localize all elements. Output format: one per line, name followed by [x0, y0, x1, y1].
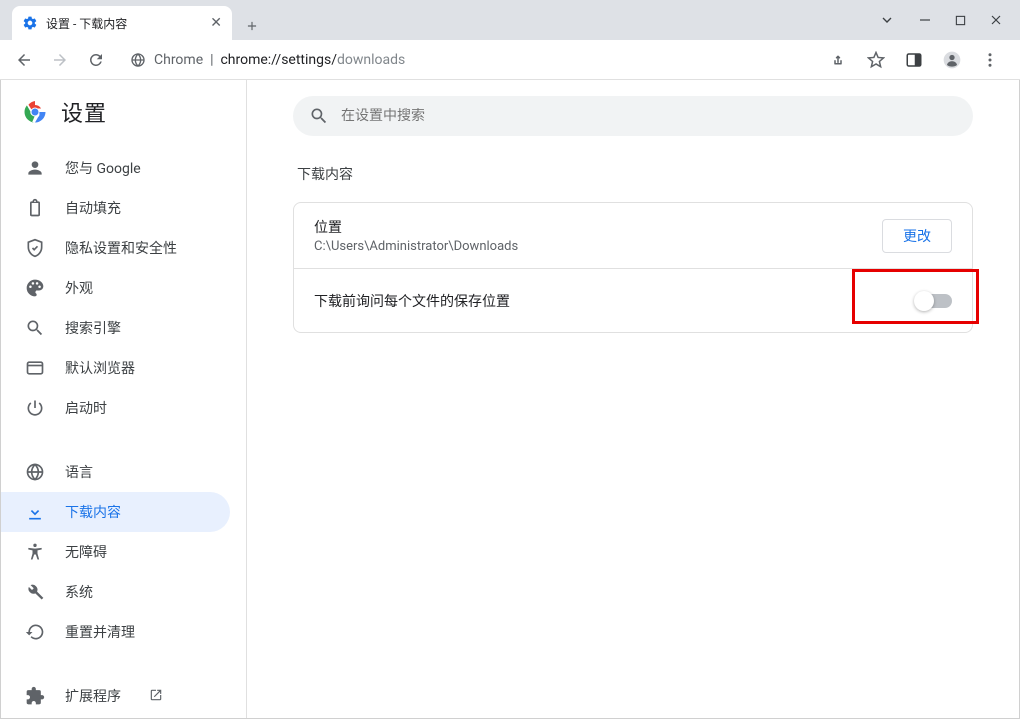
minimize-button[interactable]: [919, 14, 931, 26]
sidebar-item-default-browser[interactable]: 默认浏览器: [1, 348, 230, 388]
section-title: 下载内容: [293, 164, 973, 184]
content-area: 下载内容 位置 C:\Users\Administrator\Downloads…: [247, 80, 1019, 718]
sidebar-item-label: 外观: [65, 278, 93, 298]
sidebar-item-label: 隐私设置和安全性: [65, 238, 177, 258]
app-title: 设置: [61, 96, 107, 128]
search-icon: [25, 318, 45, 338]
sidebar-item-on-startup[interactable]: 启动时: [1, 388, 230, 428]
bookmark-icon[interactable]: [862, 46, 890, 74]
palette-icon: [25, 278, 45, 298]
side-panel-icon[interactable]: [900, 46, 928, 74]
chevron-down-icon[interactable]: [879, 12, 895, 28]
sidebar-item-label: 语言: [65, 462, 93, 482]
location-label: 位置: [314, 217, 882, 237]
window-titlebar: 设置 - 下载内容 ✕: [0, 0, 1020, 40]
sidebar: 设置 您与 Google 自动填充 隐私设置和安全性 外观 搜索引擎 默认浏览器: [1, 80, 247, 718]
sidebar-item-search-engine[interactable]: 搜索引擎: [1, 308, 230, 348]
settings-search[interactable]: [293, 96, 973, 136]
extension-icon: [25, 686, 45, 706]
kebab-menu-icon[interactable]: [976, 46, 1004, 74]
sidebar-item-privacy[interactable]: 隐私设置和安全性: [1, 228, 230, 268]
sidebar-item-system[interactable]: 系统: [1, 572, 230, 612]
sidebar-nav[interactable]: 您与 Google 自动填充 隐私设置和安全性 外观 搜索引擎 默认浏览器 启动…: [1, 144, 246, 718]
open-external-icon: [149, 688, 165, 704]
shield-icon: [25, 238, 45, 258]
browser-icon: [25, 358, 45, 378]
browser-tab-settings[interactable]: 设置 - 下载内容 ✕: [12, 6, 232, 40]
sidebar-item-label: 启动时: [65, 398, 107, 418]
location-path: C:\Users\Administrator\Downloads: [314, 239, 882, 254]
omnibox-url-prefix: chrome://: [220, 52, 281, 68]
person-icon: [25, 158, 45, 178]
sidebar-item-label: 扩展程序: [65, 686, 121, 706]
address-bar[interactable]: Chrome | chrome://settings/downloads: [118, 45, 816, 75]
download-location-row: 位置 C:\Users\Administrator\Downloads 更改: [294, 203, 972, 268]
close-tab-icon[interactable]: ✕: [210, 15, 222, 31]
clipboard-icon: [25, 198, 45, 218]
chrome-logo-icon: [23, 100, 47, 124]
close-window-button[interactable]: [990, 14, 1002, 26]
forward-button[interactable]: [46, 46, 74, 74]
sidebar-item-label: 自动填充: [65, 198, 121, 218]
sidebar-item-extensions[interactable]: 扩展程序: [1, 676, 230, 716]
profile-icon[interactable]: [938, 46, 966, 74]
sidebar-item-label: 您与 Google: [65, 158, 141, 178]
ask-before-download-toggle[interactable]: [916, 294, 952, 308]
ask-label: 下载前询问每个文件的保存位置: [314, 291, 916, 311]
sidebar-item-downloads[interactable]: 下载内容: [1, 492, 230, 532]
downloads-card: 位置 C:\Users\Administrator\Downloads 更改 下…: [293, 202, 973, 333]
sidebar-item-accessibility[interactable]: 无障碍: [1, 532, 230, 572]
sidebar-item-you-and-google[interactable]: 您与 Google: [1, 148, 230, 188]
settings-app: 设置 您与 Google 自动填充 隐私设置和安全性 外观 搜索引擎 默认浏览器: [0, 80, 1020, 719]
tab-title: 设置 - 下载内容: [46, 15, 127, 32]
search-icon: [309, 106, 329, 126]
new-tab-button[interactable]: [238, 12, 266, 40]
accessibility-icon: [25, 542, 45, 562]
wrench-icon: [25, 582, 45, 602]
sidebar-item-label: 重置并清理: [65, 622, 135, 642]
site-info-icon[interactable]: [130, 52, 146, 68]
sidebar-item-label: 无障碍: [65, 542, 107, 562]
back-button[interactable]: [10, 46, 38, 74]
search-input[interactable]: [341, 108, 957, 124]
sidebar-item-appearance[interactable]: 外观: [1, 268, 230, 308]
sidebar-item-reset[interactable]: 重置并清理: [1, 612, 230, 652]
maximize-button[interactable]: [955, 15, 966, 26]
gear-icon: [22, 15, 38, 31]
share-icon[interactable]: [824, 46, 852, 74]
sidebar-item-label: 下载内容: [65, 502, 121, 522]
omnibox-site: Chrome: [154, 52, 203, 68]
app-header: 设置: [1, 80, 246, 144]
sidebar-item-label: 默认浏览器: [65, 358, 135, 378]
sidebar-item-label: 系统: [65, 582, 93, 602]
restore-icon: [25, 622, 45, 642]
sidebar-item-label: 搜索引擎: [65, 318, 121, 338]
globe-icon: [25, 462, 45, 482]
window-controls: [861, 0, 1020, 40]
sidebar-item-languages[interactable]: 语言: [1, 452, 230, 492]
change-location-button[interactable]: 更改: [882, 219, 952, 253]
ask-before-download-row: 下载前询问每个文件的保存位置: [294, 268, 972, 332]
reload-button[interactable]: [82, 46, 110, 74]
power-icon: [25, 398, 45, 418]
download-icon: [25, 502, 45, 522]
browser-toolbar: Chrome | chrome://settings/downloads: [0, 40, 1020, 80]
sidebar-item-autofill[interactable]: 自动填充: [1, 188, 230, 228]
